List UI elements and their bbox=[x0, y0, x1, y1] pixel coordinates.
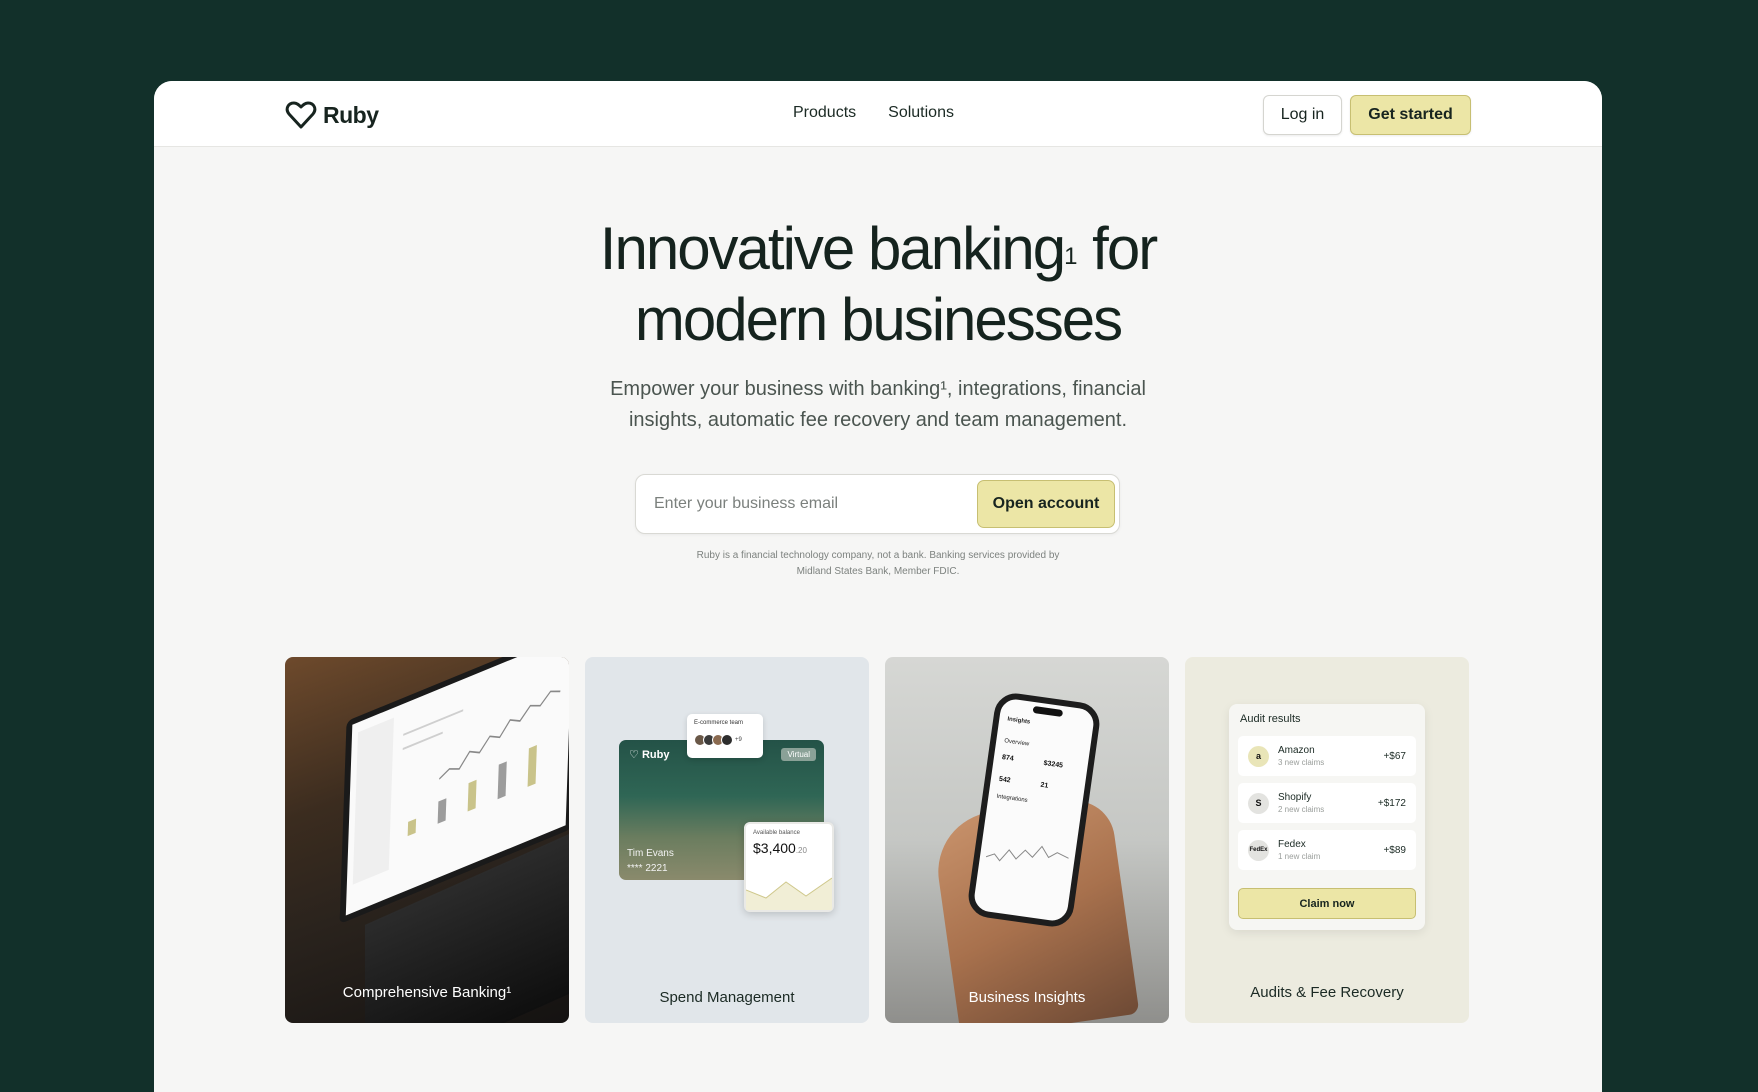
audit-title: Audit results bbox=[1240, 713, 1301, 725]
phone-integrations: Integrations bbox=[996, 793, 1028, 804]
audit-results-widget: Audit results a Amazon 3 new claims +$67… bbox=[1229, 704, 1425, 930]
hero-title-line1: Innovative banking bbox=[599, 215, 1066, 282]
audit-row-name: Shopify bbox=[1278, 792, 1312, 803]
feature-card-insights[interactable]: Insights Overview 874 $3245 542 21 Integ… bbox=[885, 657, 1169, 1023]
phone-value-4: 21 bbox=[1040, 781, 1049, 790]
login-button[interactable]: Log in bbox=[1263, 95, 1342, 135]
audit-row-amount: +$67 bbox=[1383, 751, 1406, 762]
feature-card-spend[interactable]: ♡ Ruby Virtual Tim Evans **** 2221 E-com… bbox=[585, 657, 869, 1023]
team-widget: E-commerce team +9 bbox=[687, 714, 763, 758]
fedex-icon: FedEx bbox=[1248, 840, 1269, 861]
hero-title-line2: modern businesses bbox=[634, 286, 1123, 353]
top-nav: Ruby Products Solutions Log in Get start… bbox=[154, 81, 1602, 147]
card-label-banking: Comprehensive Banking¹ bbox=[342, 984, 512, 1001]
email-signup-form: Open account bbox=[635, 474, 1120, 534]
balance-value: $3,400 bbox=[753, 840, 796, 856]
audit-row-name: Amazon bbox=[1278, 745, 1315, 756]
card-label-spend: Spend Management bbox=[659, 989, 795, 1006]
audit-row-amount: +$89 bbox=[1383, 845, 1406, 856]
claim-now-button[interactable]: Claim now bbox=[1238, 888, 1416, 919]
phone-value-3: 542 bbox=[998, 775, 1011, 785]
phone-overview: Overview bbox=[1003, 738, 1030, 748]
virtual-badge: Virtual bbox=[781, 748, 816, 761]
hero-subtitle: Empower your business with banking¹, int… bbox=[610, 378, 1146, 431]
heart-logo-icon bbox=[285, 101, 317, 129]
shopify-icon: S bbox=[1248, 793, 1269, 814]
balance-widget: Available balance $3,400.20 bbox=[744, 822, 834, 912]
phone-value-2: $3245 bbox=[1043, 759, 1064, 770]
card-label-audits: Audits & Fee Recovery bbox=[1250, 984, 1404, 1001]
get-started-button[interactable]: Get started bbox=[1350, 95, 1471, 135]
brand-name: Ruby bbox=[323, 101, 379, 128]
nav-links: Products Solutions bbox=[793, 104, 954, 122]
phone-value-1: 874 bbox=[1001, 754, 1015, 763]
nav-solutions-link[interactable]: Solutions bbox=[888, 104, 954, 122]
hero-title-footnote: 1 bbox=[1064, 243, 1078, 270]
business-email-input[interactable] bbox=[654, 491, 954, 517]
bank-disclaimer: Ruby is a financial technology company, … bbox=[696, 550, 1060, 577]
audit-row: a Amazon 3 new claims +$67 bbox=[1238, 736, 1416, 776]
team-title: E-commerce team bbox=[694, 720, 744, 726]
balance-cents: .20 bbox=[795, 846, 807, 855]
audit-row-name: Fedex bbox=[1278, 839, 1306, 850]
card-label-insights: Business Insights bbox=[968, 989, 1086, 1006]
team-more-count: +9 bbox=[735, 737, 742, 743]
feature-card-banking[interactable]: Comprehensive Banking¹ bbox=[285, 657, 569, 1023]
avatar bbox=[721, 734, 733, 746]
balance-title: Available balance bbox=[753, 830, 800, 836]
audit-row: FedEx Fedex 1 new claim +$89 bbox=[1238, 830, 1416, 870]
page-frame: Ruby Products Solutions Log in Get start… bbox=[154, 81, 1602, 1092]
feature-card-audits[interactable]: Audit results a Amazon 3 new claims +$67… bbox=[1185, 657, 1469, 1023]
hero-title: Innovative banking1 for modern businesse… bbox=[154, 213, 1602, 355]
card-brand: Ruby bbox=[641, 749, 670, 761]
balance-sparkline bbox=[746, 877, 832, 910]
audit-row: S Shopify 2 new claims +$172 bbox=[1238, 783, 1416, 823]
audit-row-sub: 3 new claims bbox=[1278, 758, 1325, 767]
audit-row-sub: 1 new claim bbox=[1278, 852, 1321, 861]
card-holder: Tim Evans bbox=[627, 848, 674, 859]
amazon-icon: a bbox=[1248, 746, 1269, 767]
nav-products-link[interactable]: Products bbox=[793, 104, 856, 122]
audit-row-amount: +$172 bbox=[1377, 798, 1406, 809]
heart-small-icon: ♡ bbox=[629, 749, 639, 761]
open-account-button[interactable]: Open account bbox=[977, 480, 1115, 528]
logo[interactable]: Ruby bbox=[285, 100, 379, 130]
card-number: **** 2221 bbox=[627, 863, 668, 874]
hero-title-line1-end: for bbox=[1077, 215, 1158, 282]
audit-row-sub: 2 new claims bbox=[1278, 805, 1325, 814]
phone-title: Insights bbox=[1006, 716, 1031, 726]
